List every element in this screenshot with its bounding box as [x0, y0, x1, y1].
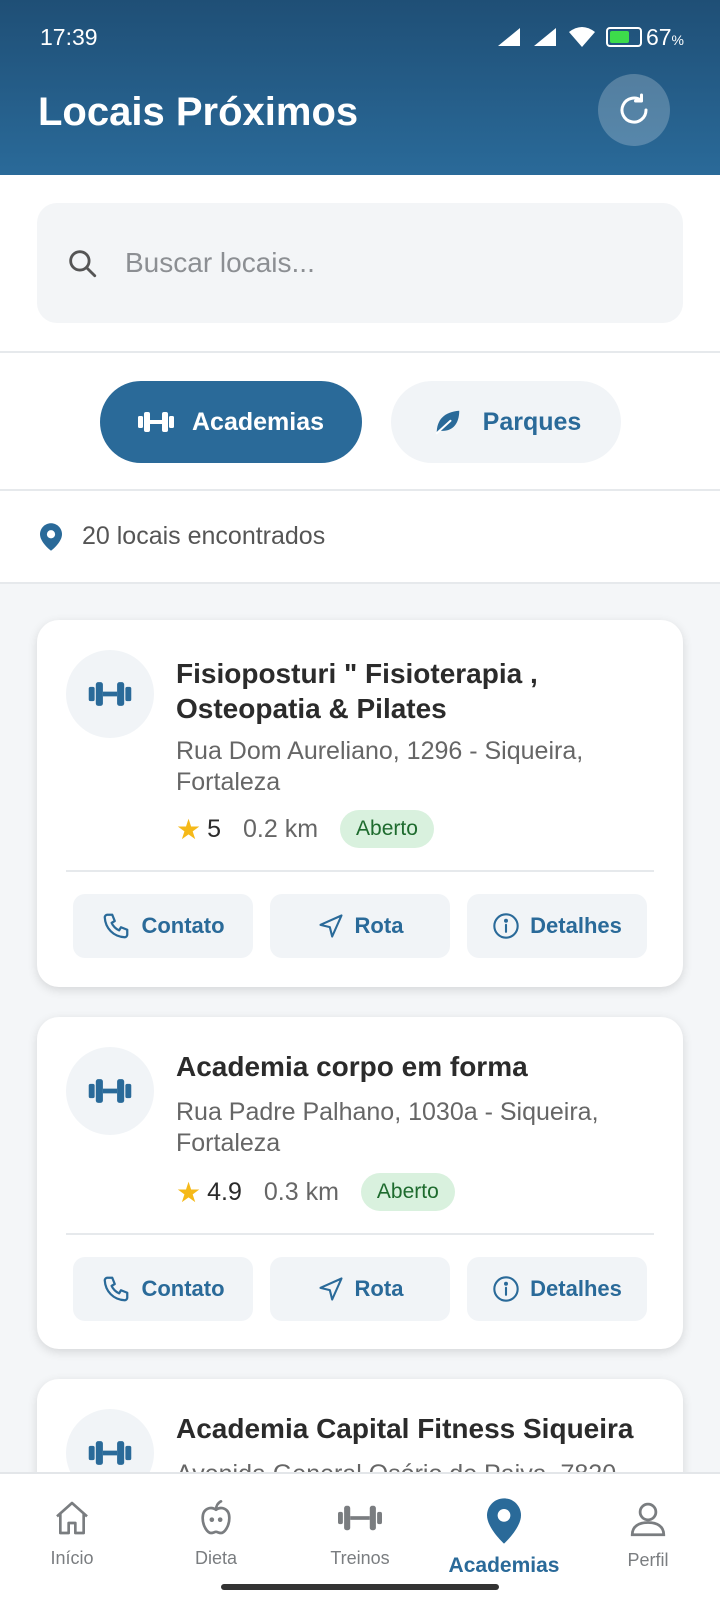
phone-icon [104, 913, 129, 939]
status-badge: Aberto [360, 1173, 455, 1211]
nav-label-dieta: Dieta [194, 1548, 238, 1568]
home-indicator[interactable] [221, 1584, 499, 1590]
signal-icon [533, 28, 556, 46]
nav-item-perfil[interactable]: Perfil [576, 1474, 720, 1584]
phone-icon [104, 1276, 129, 1302]
nav-label-academias: Academias [448, 1554, 560, 1577]
details-button[interactable]: Detalhes [467, 1257, 647, 1321]
results-count-bar: 20 locais encontrados [0, 491, 720, 584]
star-icon: ★ [176, 1176, 202, 1208]
leaf-icon [435, 410, 459, 435]
details-label: Detalhes [530, 1276, 622, 1301]
place-distance: 0.2 km [243, 814, 319, 843]
navigation-icon [318, 1277, 343, 1301]
contact-button[interactable]: Contato [73, 894, 253, 958]
nav-label-inicio: Início [50, 1548, 94, 1568]
place-address: Rua Padre Palhano, 1030a - Siqueira, For… [176, 1098, 599, 1157]
battery-indicator: 67% [605, 23, 684, 51]
place-distance: 0.3 km [263, 1177, 339, 1206]
search-icon [69, 250, 97, 278]
home-icon [56, 1501, 88, 1535]
route-label: Rota [354, 913, 404, 938]
user-icon [630, 1502, 666, 1537]
dumbbell-icon [88, 1079, 132, 1103]
place-name: Fisioposturi " Fisioterapia , Osteopatia… [176, 658, 538, 724]
battery-icon [605, 27, 642, 47]
nav-item-dieta[interactable]: Dieta [144, 1474, 288, 1584]
route-button[interactable]: Rota [270, 894, 450, 958]
info-icon [493, 1276, 519, 1302]
route-button[interactable]: Rota [270, 1257, 450, 1321]
info-icon [493, 913, 519, 939]
place-name: Academia corpo em forma [176, 1051, 528, 1082]
app-header: 17:39 67% Locais Próximos [0, 0, 720, 175]
place-rating: 4.9 [207, 1177, 242, 1206]
status-bar: 17:39 67% [40, 22, 684, 52]
search-box[interactable] [37, 203, 683, 323]
dumbbell-icon [88, 1441, 132, 1465]
card-divider [66, 1233, 654, 1235]
dumbbell-icon [137, 412, 174, 432]
details-label: Detalhes [530, 913, 622, 938]
dumbbell-icon [88, 682, 132, 706]
battery-symbol: % [671, 31, 684, 48]
wifi-icon [568, 27, 595, 47]
filter-parques-button[interactable]: Parques [391, 381, 621, 463]
card-divider [66, 870, 654, 872]
filter-parques-label: Parques [482, 407, 582, 436]
status-time: 17:39 [40, 23, 98, 50]
signal-icon [497, 28, 520, 46]
nav-item-treinos[interactable]: Treinos [288, 1474, 432, 1584]
place-meta: ★ 4.9 0.3 km Aberto [176, 1173, 455, 1211]
filter-academias-button[interactable]: Academias [100, 381, 362, 463]
filter-section: Academias Parques [0, 353, 720, 491]
place-meta: ★ 5 0.2 km Aberto [176, 810, 434, 848]
results-count-text: 20 locais encontrados [82, 522, 326, 550]
bottom-navigation: Início Dieta Treinos Academias Perfil [0, 1472, 720, 1600]
star-icon: ★ [176, 813, 202, 845]
refresh-button[interactable] [598, 74, 670, 146]
card-actions: Contato Rota Detalhes [73, 894, 647, 958]
dumbbell-icon [338, 1505, 382, 1531]
refresh-icon [620, 93, 648, 124]
page-title: Locais Próximos [38, 90, 359, 134]
place-name: Academia Capital Fitness Siqueira [176, 1413, 634, 1444]
details-button[interactable]: Detalhes [467, 894, 647, 958]
contact-label: Contato [141, 1276, 225, 1301]
nav-item-academias[interactable]: Academias [432, 1474, 576, 1584]
place-card[interactable]: Academia corpo em forma Rua Padre Palhan… [37, 1017, 683, 1349]
contact-button[interactable]: Contato [73, 1257, 253, 1321]
navigation-icon [318, 914, 343, 938]
place-icon-circle [66, 1047, 154, 1135]
search-input[interactable] [125, 247, 645, 279]
nav-item-inicio[interactable]: Início [0, 1474, 144, 1584]
apple-icon [201, 1500, 231, 1535]
location-pin-icon [487, 1498, 521, 1544]
nav-label-perfil: Perfil [627, 1550, 669, 1570]
route-label: Rota [354, 1276, 404, 1301]
status-badge: Aberto [340, 810, 434, 848]
status-icons: 67% [496, 24, 684, 51]
search-section [0, 175, 720, 353]
location-pin-icon [40, 522, 62, 551]
place-address: Rua Dom Aureliano, 1296 - Siqueira, Fort… [176, 737, 584, 796]
battery-percent: 67 [645, 23, 672, 50]
place-card[interactable]: Fisioposturi " Fisioterapia , Osteopatia… [37, 620, 683, 987]
filter-academias-label: Academias [191, 407, 325, 436]
nav-label-treinos: Treinos [330, 1548, 390, 1568]
place-icon-circle [66, 650, 154, 738]
place-rating: 5 [207, 814, 222, 843]
card-actions: Contato Rota Detalhes [73, 1257, 647, 1321]
contact-label: Contato [141, 913, 225, 938]
